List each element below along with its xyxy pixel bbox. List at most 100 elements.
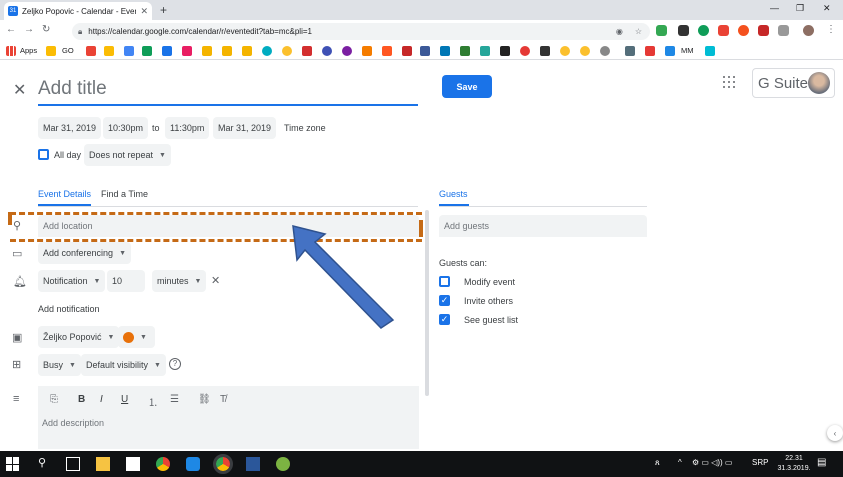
address-bar[interactable]: 🔒︎ https://calendar.google.com/calendar/… [72, 23, 650, 40]
search-icon[interactable]: ⚲ [38, 456, 46, 469]
tab-find-a-time[interactable]: Find a Time [101, 189, 148, 199]
bookmark-icon[interactable] [625, 46, 635, 56]
extension-icon[interactable] [718, 25, 729, 36]
bookmark-icon[interactable] [242, 46, 252, 56]
bookmark-icon[interactable] [580, 46, 590, 56]
gsuite-account-button[interactable]: G Suite [752, 68, 835, 98]
reload-icon[interactable]: ↻ [42, 24, 50, 35]
busy-dropdown[interactable]: Busy ▼ [38, 354, 81, 376]
word-icon[interactable] [246, 457, 260, 471]
bookmark-icon[interactable] [362, 46, 372, 56]
restore-icon[interactable]: ❐ [796, 3, 804, 14]
task-view-icon[interactable] [66, 457, 80, 471]
bookmark-icon[interactable] [282, 46, 292, 56]
gmail-icon[interactable] [86, 46, 96, 56]
clear-formatting-icon[interactable]: T̸ [220, 394, 226, 405]
bookmark-mm[interactable]: MM [681, 46, 694, 55]
extension-icon[interactable] [778, 25, 789, 36]
add-guests-input[interactable]: Add guests [439, 215, 647, 237]
notifications-icon[interactable]: ▤ [817, 457, 826, 468]
system-clock[interactable]: 22.31 31.3.2019. [774, 454, 814, 474]
apps-grid-icon[interactable] [6, 46, 16, 56]
menu-kebab-icon[interactable]: ⋮ [826, 24, 836, 35]
tray-icons[interactable]: ⚙ ▭ ◁)) ▭ [692, 458, 732, 467]
bookmark-icon[interactable] [382, 46, 392, 56]
end-date-picker[interactable]: Mar 31, 2019 [213, 117, 277, 139]
bookmark-icon[interactable] [520, 46, 530, 56]
save-button[interactable]: Save [442, 75, 492, 98]
remove-notification-icon[interactable]: ✕ [211, 274, 220, 287]
new-tab-icon[interactable]: + [160, 3, 167, 17]
minimize-icon[interactable]: — [770, 3, 779, 13]
people-icon[interactable]: ጸ [655, 458, 660, 468]
bookmark-icon[interactable] [705, 46, 715, 56]
close-tab-icon[interactable]: ✕ [140, 6, 148, 17]
linkedin-icon[interactable] [440, 46, 450, 56]
bookmark-star-icon[interactable]: ☆ [635, 27, 642, 36]
bookmark-icon[interactable] [104, 46, 114, 56]
bookmark-icon[interactable] [182, 46, 192, 56]
back-icon[interactable]: ← [6, 24, 16, 35]
app-icon[interactable] [276, 457, 290, 471]
browser-tab[interactable]: 31 Zeljko Popovic - Calendar - Event ✕ [4, 2, 152, 20]
bookmark-icon[interactable] [480, 46, 490, 56]
mail-icon[interactable] [126, 457, 140, 471]
bookmark-apps[interactable]: Apps [20, 46, 37, 55]
bookmark-icon[interactable] [600, 46, 610, 56]
extension-icon[interactable] [698, 25, 709, 36]
repeat-dropdown[interactable]: Does not repeat ▼ [84, 144, 171, 166]
numbered-list-icon[interactable]: ⒈ [148, 394, 158, 409]
bookmark-icon[interactable] [460, 46, 470, 56]
facebook-icon[interactable] [420, 46, 430, 56]
timezone-button[interactable]: Time zone [284, 123, 326, 133]
allday-checkbox[interactable] [38, 149, 49, 160]
see-guest-list-checkbox[interactable]: ✓ [439, 314, 450, 325]
invite-others-checkbox[interactable]: ✓ [439, 295, 450, 306]
notification-type-dropdown[interactable]: Notification ▼ [38, 270, 106, 292]
end-time-picker[interactable]: 11:30pm [165, 117, 210, 139]
notification-value-input[interactable]: 10 [107, 270, 145, 292]
drive-icon[interactable] [142, 46, 152, 56]
modify-event-checkbox[interactable] [439, 276, 450, 287]
language-indicator[interactable]: SRP [752, 458, 768, 467]
youtube-icon[interactable] [645, 46, 655, 56]
file-explorer-icon[interactable] [96, 457, 110, 471]
start-time-picker[interactable]: 10:30pm [103, 117, 149, 139]
bookmark-icon[interactable] [262, 46, 272, 56]
underline-icon[interactable]: U [121, 394, 128, 405]
link-icon[interactable]: ⛓ [198, 394, 211, 405]
calendar-icon[interactable] [162, 46, 172, 56]
bold-icon[interactable]: B [78, 394, 85, 405]
bookmark-icon[interactable] [322, 46, 332, 56]
bulleted-list-icon[interactable]: ☰ [170, 394, 179, 405]
windows-start-icon[interactable] [6, 457, 20, 471]
chrome-icon[interactable] [156, 457, 170, 471]
amazon-icon[interactable] [500, 46, 510, 56]
attachment-icon[interactable]: ⎘ [50, 394, 58, 405]
add-notification-link[interactable]: Add notification [38, 304, 100, 314]
extension-icon[interactable] [758, 25, 769, 36]
tab-event-details[interactable]: Event Details [38, 189, 91, 199]
extension-icon[interactable] [738, 25, 749, 36]
extension-icon[interactable] [656, 25, 667, 36]
visibility-dropdown[interactable]: Default visibility ▼ [81, 354, 166, 376]
event-color-dropdown[interactable]: ▼ [118, 326, 155, 348]
bookmark-go[interactable]: GO [62, 46, 74, 55]
bookmark-icon[interactable] [560, 46, 570, 56]
window-close-icon[interactable]: ✕ [823, 3, 831, 14]
eye-icon[interactable]: ◉ [616, 27, 623, 36]
bookmark-icon[interactable] [202, 46, 212, 56]
start-date-picker[interactable]: Mar 31, 2019 [38, 117, 102, 139]
teamviewer-icon[interactable] [186, 457, 200, 471]
bookmark-icon[interactable] [665, 46, 675, 56]
bookmark-icon[interactable] [302, 46, 312, 56]
chrome-active-icon[interactable] [213, 454, 233, 474]
apps-grid-icon[interactable] [723, 76, 735, 88]
add-conferencing-dropdown[interactable]: Add conferencing ▼ [38, 242, 131, 264]
scrollbar[interactable] [425, 210, 429, 396]
profile-avatar[interactable] [803, 25, 814, 36]
notification-unit-dropdown[interactable]: minutes ▼ [152, 270, 207, 292]
tray-chevron-icon[interactable]: ^ [678, 458, 682, 467]
forward-icon[interactable]: → [24, 24, 34, 35]
close-icon[interactable]: ✕ [13, 80, 26, 100]
